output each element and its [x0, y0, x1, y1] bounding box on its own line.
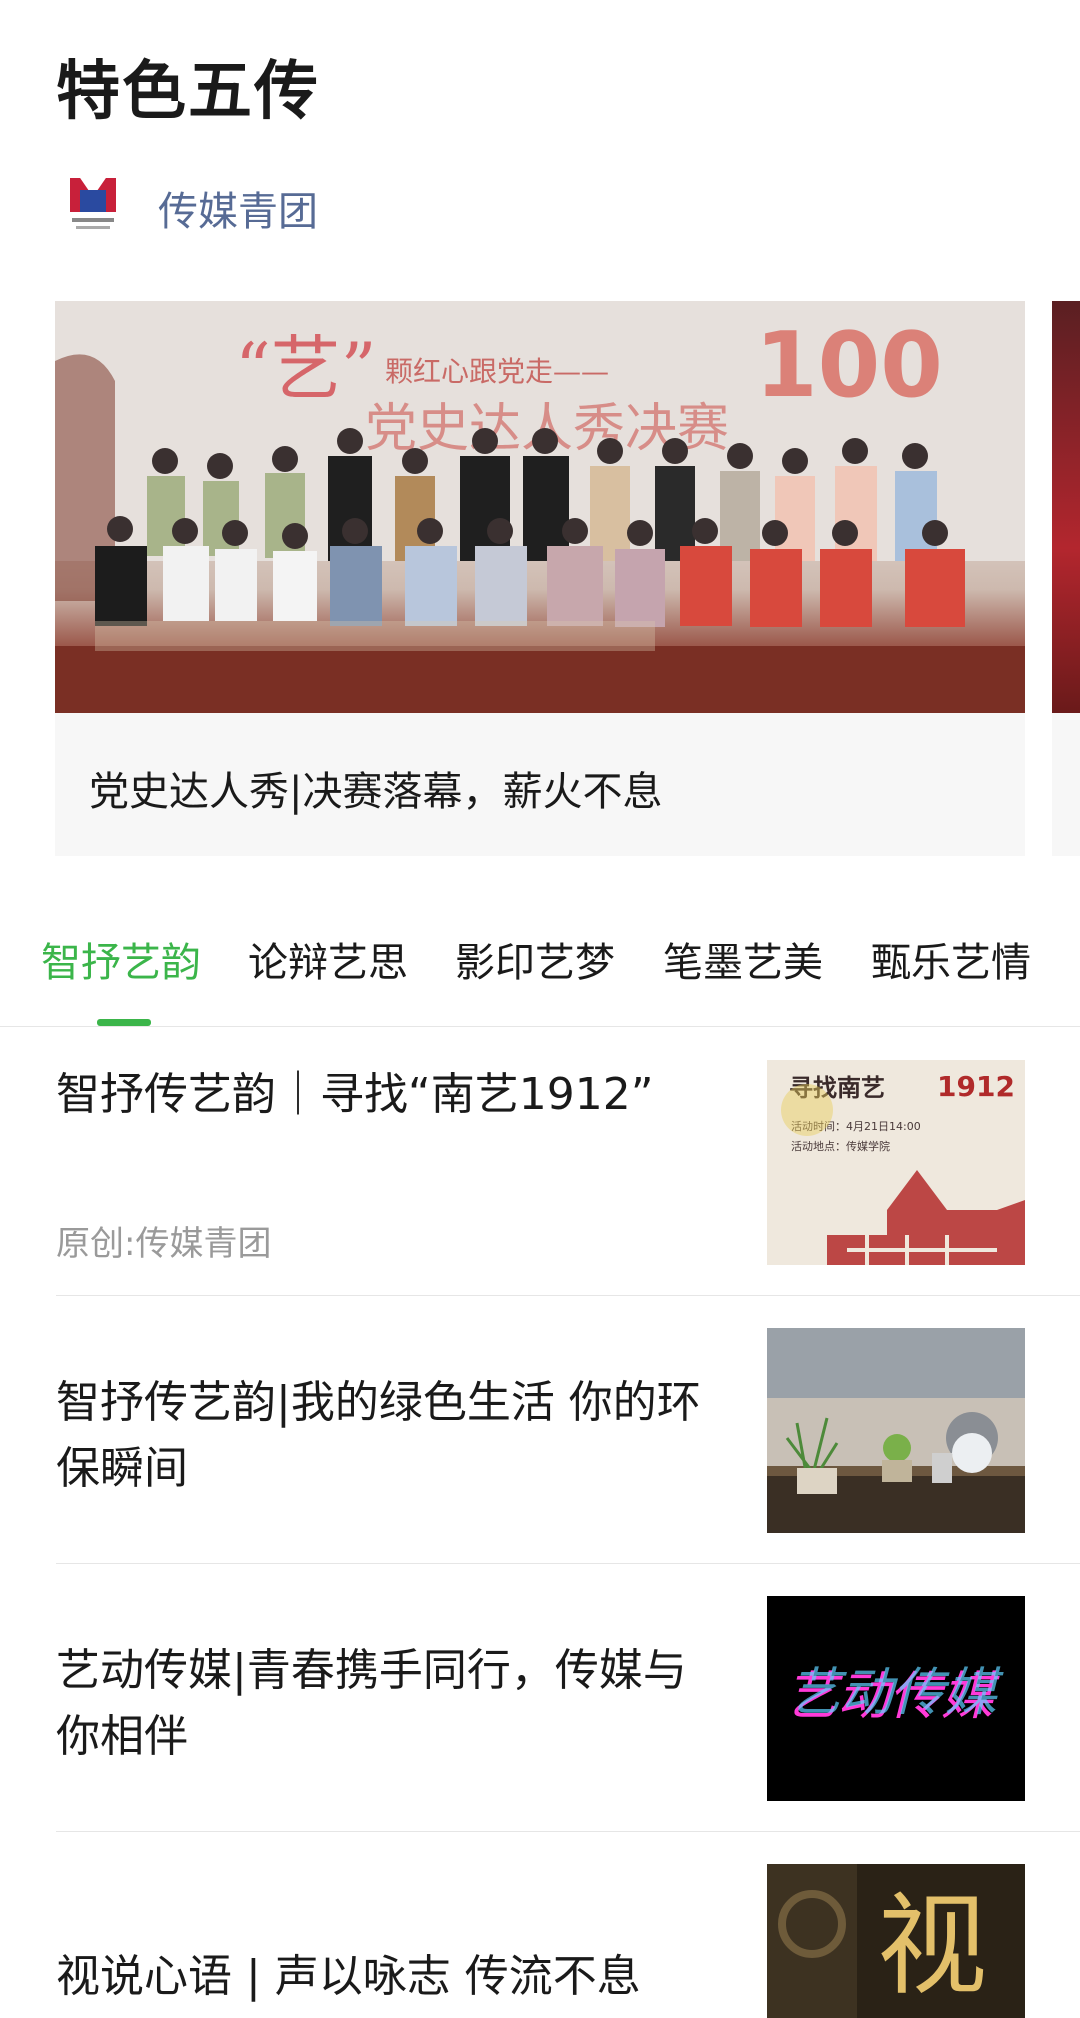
article-thumbnail[interactable]: [767, 1328, 1025, 1533]
article-divider: [56, 1563, 1080, 1564]
featured-caption[interactable]: 党史达人秀|决赛落幕，薪火不息: [89, 759, 662, 817]
article-item[interactable]: 艺动传媒|青春携手同行，传媒与你相伴 艺动传媒 艺动传媒: [56, 1596, 1080, 1832]
article-divider: [56, 1831, 1080, 1832]
thumb-calligraphy: 视: [877, 1882, 987, 2010]
page-title: 特色五传: [56, 55, 320, 129]
article-item[interactable]: 智抒传艺韵｜寻找“南艺1912” 原创:传媒青团 寻找南艺 1912 活动时间：…: [56, 1060, 1080, 1296]
tab-lunbian-yisi[interactable]: 论辩艺思: [248, 930, 408, 988]
article-title[interactable]: 智抒传艺韵｜寻找“南艺1912”: [56, 1062, 716, 1128]
tabs-divider: [0, 1026, 1080, 1027]
tab-yingyin-yimeng[interactable]: 影印艺梦: [455, 930, 615, 988]
active-tab-indicator: [97, 1019, 151, 1026]
article-title[interactable]: 视说心语 | 声以咏志 传流不息: [56, 1944, 716, 2010]
account-logo: [62, 172, 124, 244]
thumb-year: 1912: [937, 1070, 1015, 1103]
category-tabs: 智抒艺韵 论辩艺思 影印艺梦 笔墨艺美 甄乐艺情: [0, 930, 1080, 1026]
tab-bimo-yimei[interactable]: 笔墨艺美: [663, 930, 823, 988]
article-item[interactable]: 视说心语 | 声以咏志 传流不息 视: [56, 1864, 1080, 2018]
article-thumbnail[interactable]: 艺动传媒 艺动传媒: [767, 1596, 1025, 1801]
account-name[interactable]: 传媒青团: [158, 179, 318, 237]
next-card-peek[interactable]: [1052, 301, 1080, 856]
banner-quote: “艺”: [235, 328, 377, 410]
featured-photo: “艺” 颗红心跟党走—— 党史达人秀决赛 100: [55, 301, 1025, 713]
featured-card[interactable]: “艺” 颗红心跟党走—— 党史达人秀决赛 100: [55, 301, 1025, 856]
article-item[interactable]: 智抒传艺韵|我的绿色生活 你的环保瞬间: [56, 1328, 1080, 1564]
thumb-line2: 活动地点：传媒学院: [791, 1139, 890, 1153]
account-row[interactable]: 传媒青团: [62, 168, 318, 248]
tab-zhishu-yiyun[interactable]: 智抒艺韵: [41, 930, 201, 988]
banner-subtitle: 颗红心跟党走——: [385, 355, 609, 388]
tab-zhenle-yiqing[interactable]: 甄乐艺情: [871, 930, 1031, 988]
svg-text:艺动传媒: 艺动传媒: [789, 1663, 1004, 1723]
article-thumbnail[interactable]: 寻找南艺 1912 活动时间：4月21日14:00 活动地点：传媒学院: [767, 1060, 1025, 1265]
article-thumbnail[interactable]: 视: [767, 1864, 1025, 2018]
article-title[interactable]: 艺动传媒|青春携手同行，传媒与你相伴: [56, 1638, 716, 1770]
banner-number: 100: [755, 313, 943, 418]
article-source: 原创:传媒青团: [56, 1224, 272, 1264]
article-title[interactable]: 智抒传艺韵|我的绿色生活 你的环保瞬间: [56, 1370, 716, 1502]
article-divider: [56, 1295, 1080, 1296]
